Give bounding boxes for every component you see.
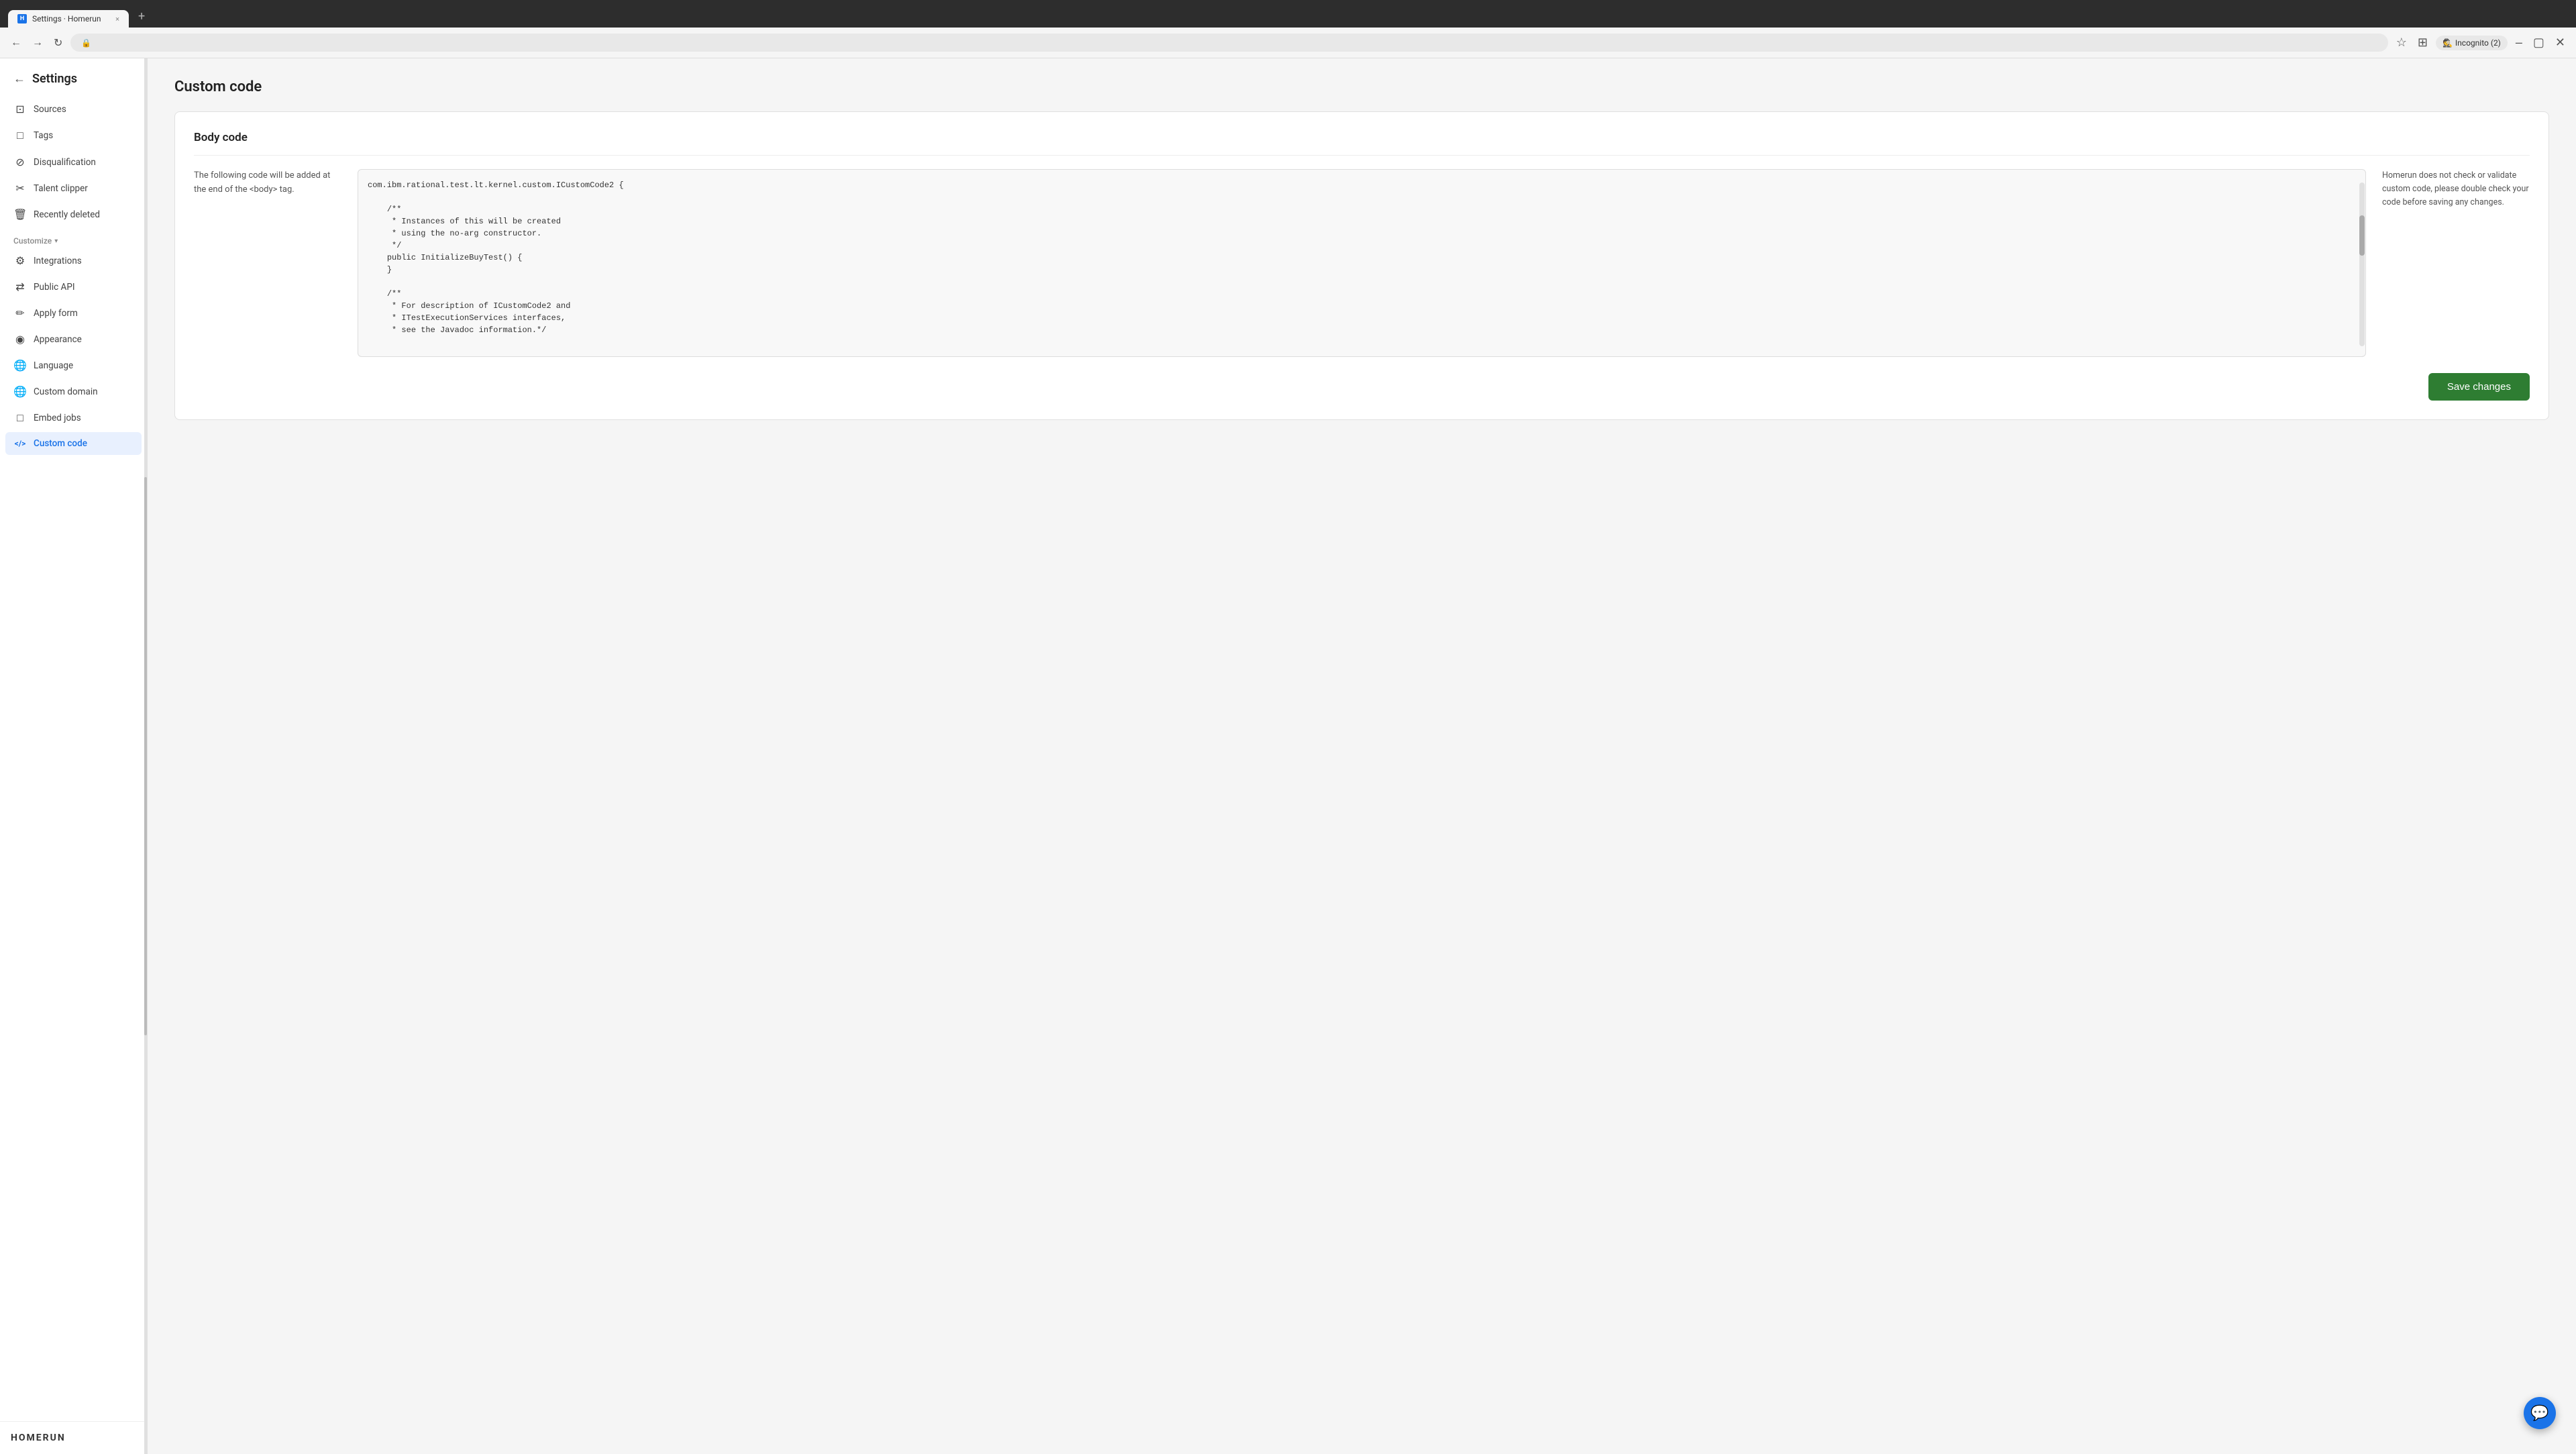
active-tab[interactable]: H Settings · Homerun × (8, 10, 129, 28)
back-button[interactable]: ← (8, 34, 24, 52)
chat-widget-icon: 💬 (2530, 1405, 2548, 1422)
sidebar-item-disqualification[interactable]: ⊘ Disqualification (5, 150, 142, 174)
sidebar-item-public-api[interactable]: ⇄ Public API (5, 274, 142, 299)
browser-tabs: H Settings · Homerun × + (8, 5, 2568, 28)
new-tab-button[interactable]: + (131, 5, 152, 28)
body-code-section: The following code will be added at the … (194, 169, 2530, 360)
code-scrollbar-thumb (2359, 215, 2365, 256)
code-validation-note: Homerun does not check or validate custo… (2382, 169, 2530, 209)
reload-button[interactable]: ↻ (51, 34, 65, 52)
sidebar-item-tags[interactable]: □ Tags (5, 123, 142, 148)
settings-back-button[interactable]: ← (13, 72, 25, 86)
sidebar: ← Settings ⊡ Sources □ Tags ⊘ Disqualifi… (0, 58, 148, 1454)
sidebar-item-apply-form[interactable]: ✏ Apply form (5, 301, 142, 325)
sidebar-item-language-label: Language (34, 360, 73, 371)
forward-button[interactable]: → (30, 34, 46, 52)
sidebar-toggle-button[interactable]: ⊞ (2415, 33, 2430, 52)
sidebar-scrollbar[interactable] (144, 58, 147, 1454)
chat-widget-button[interactable]: 💬 (2524, 1397, 2556, 1429)
browser-toolbar: ← → ↻ 🔒 app.homerun.co/settings/custom-c… (0, 28, 2576, 58)
app-layout: ← Settings ⊡ Sources □ Tags ⊘ Disqualifi… (0, 58, 2576, 1454)
sidebar-item-disqualification-label: Disqualification (34, 157, 96, 168)
language-icon: 🌐 (13, 359, 27, 372)
homerun-logo: HOMERUN (11, 1433, 136, 1443)
tab-title: Settings · Homerun (32, 14, 101, 23)
sidebar-navigation: ⊡ Sources □ Tags ⊘ Disqualification ✂ Ta… (0, 97, 147, 1421)
sidebar-item-sources[interactable]: ⊡ Sources (5, 97, 142, 121)
card-footer: Save changes (194, 373, 2530, 401)
custom-domain-icon: 🌐 (13, 385, 27, 398)
code-editor[interactable] (358, 169, 2366, 357)
sidebar-header: ← Settings (0, 58, 147, 97)
integrations-icon: ⚙ (13, 254, 27, 267)
sidebar-item-custom-code-label: Custom code (34, 438, 87, 449)
address-bar[interactable]: 🔒 app.homerun.co/settings/custom-code (70, 34, 2387, 52)
sidebar-item-recently-deleted-label: Recently deleted (34, 209, 100, 220)
sidebar-item-language[interactable]: 🌐 Language (5, 353, 142, 378)
main-content: Custom code Body code The following code… (148, 58, 2576, 1454)
apply-form-icon: ✏ (13, 307, 27, 319)
sources-icon: ⊡ (13, 103, 27, 115)
sidebar-item-talent-clipper-label: Talent clipper (34, 183, 88, 194)
incognito-icon: 🕵 (2443, 38, 2453, 48)
body-code-description: The following code will be added at the … (194, 169, 341, 197)
customize-chevron-icon: ▾ (54, 238, 58, 245)
sidebar-item-sources-label: Sources (34, 104, 66, 115)
incognito-label: Incognito (2) (2455, 38, 2501, 48)
embed-jobs-icon: □ (13, 411, 27, 425)
sidebar-item-recently-deleted[interactable]: 🗑 Recently deleted (5, 202, 142, 227)
tab-favicon: H (17, 14, 27, 23)
body-code-card: Body code The following code will be add… (174, 111, 2549, 420)
customize-section-label: Customize ▾ (5, 228, 142, 248)
sidebar-item-embed-jobs-label: Embed jobs (34, 413, 81, 423)
url-input[interactable]: app.homerun.co/settings/custom-code (97, 38, 2377, 48)
sidebar-item-talent-clipper[interactable]: ✂ Talent clipper (5, 176, 142, 201)
sidebar-scroll-thumb (144, 477, 147, 1035)
minimize-button[interactable]: ‒ (2513, 33, 2525, 52)
sidebar-item-apply-form-label: Apply form (34, 308, 78, 319)
toolbar-actions: ☆ ⊞ 🕵 Incognito (2) ‒ ▢ ✕ (2394, 33, 2568, 52)
sidebar-item-tags-label: Tags (34, 130, 53, 141)
sidebar-item-appearance[interactable]: ◉ Appearance (5, 327, 142, 352)
code-editor-wrapper (358, 169, 2366, 360)
sidebar-item-public-api-label: Public API (34, 282, 75, 293)
public-api-icon: ⇄ (13, 280, 27, 293)
recently-deleted-icon: 🗑 (13, 208, 27, 221)
sidebar-item-embed-jobs[interactable]: □ Embed jobs (5, 405, 142, 431)
code-scrollbar[interactable] (2359, 183, 2365, 346)
save-changes-button[interactable]: Save changes (2428, 373, 2530, 401)
disqualification-icon: ⊘ (13, 156, 27, 168)
browser-chrome: H Settings · Homerun × + (0, 0, 2576, 28)
sidebar-item-custom-code[interactable]: </> Custom code (5, 432, 142, 455)
talent-clipper-icon: ✂ (13, 182, 27, 195)
close-window-button[interactable]: ✕ (2553, 33, 2568, 52)
incognito-badge: 🕵 Incognito (2) (2436, 36, 2508, 50)
custom-code-icon: </> (13, 439, 27, 448)
sidebar-title: Settings (32, 72, 77, 86)
body-code-card-title: Body code (194, 131, 2530, 156)
sidebar-item-custom-domain[interactable]: 🌐 Custom domain (5, 379, 142, 404)
tags-icon: □ (13, 129, 27, 142)
sidebar-item-integrations[interactable]: ⚙ Integrations (5, 248, 142, 273)
bookmark-button[interactable]: ☆ (2394, 33, 2410, 52)
maximize-button[interactable]: ▢ (2530, 33, 2547, 52)
sidebar-item-custom-domain-label: Custom domain (34, 386, 98, 397)
tab-close-button[interactable]: × (115, 15, 119, 23)
appearance-icon: ◉ (13, 333, 27, 346)
sidebar-item-integrations-label: Integrations (34, 256, 82, 266)
page-title: Custom code (174, 79, 2549, 95)
sidebar-item-appearance-label: Appearance (34, 334, 82, 345)
